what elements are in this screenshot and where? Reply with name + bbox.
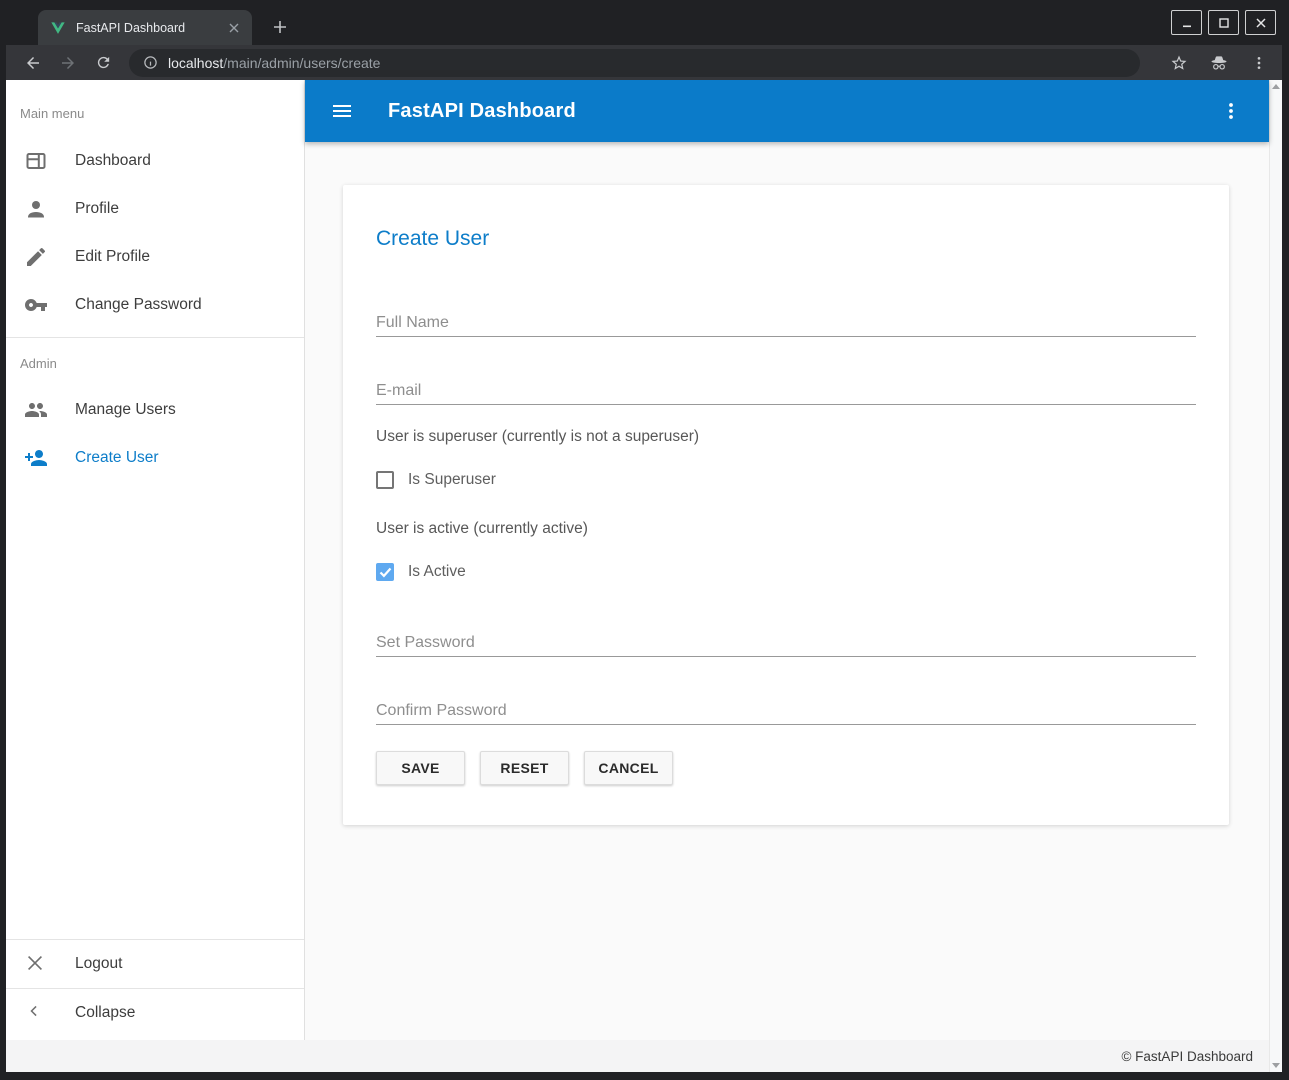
forward-icon[interactable] <box>55 50 81 76</box>
sidebar-section-admin: Admin <box>6 356 304 372</box>
sidebar-item-collapse[interactable]: Collapse <box>6 989 304 1037</box>
chevron-left-icon <box>24 1001 48 1025</box>
hamburger-menu-icon[interactable] <box>330 99 354 123</box>
confirm-password-input[interactable] <box>376 697 1196 725</box>
page-viewport: Main menu Dashboard <box>6 80 1282 1072</box>
sidebar-item-label: Edit Profile <box>75 248 150 266</box>
confirm-password-field-wrap <box>376 697 1196 725</box>
browser-menu-icon[interactable] <box>1246 50 1272 76</box>
email-input[interactable] <box>376 377 1196 405</box>
save-button[interactable]: SAVE <box>376 751 465 785</box>
sidebar-item-manage-users[interactable]: Manage Users <box>6 386 304 434</box>
people-icon <box>24 398 48 422</box>
browser-window: FastAPI Dashboard <box>0 0 1289 1080</box>
tab-title: FastAPI Dashboard <box>76 21 226 35</box>
superuser-hint: User is superuser (currently is not a su… <box>376 428 1196 446</box>
active-hint: User is active (currently active) <box>376 520 1196 538</box>
vue-favicon-icon <box>50 20 66 36</box>
url-text: localhost/main/admin/users/create <box>168 55 380 71</box>
browser-tab[interactable]: FastAPI Dashboard <box>38 10 252 45</box>
bookmark-star-icon[interactable] <box>1166 50 1192 76</box>
full-name-input[interactable] <box>376 309 1196 337</box>
minimize-button[interactable] <box>1171 10 1202 35</box>
close-x-icon <box>24 952 48 976</box>
pencil-icon <box>24 245 48 269</box>
sidebar-item-label: Create User <box>75 449 159 467</box>
email-field-wrap <box>376 377 1196 405</box>
sidebar: Main menu Dashboard <box>6 80 305 1040</box>
incognito-icon <box>1206 50 1232 76</box>
checkbox-label: Is Superuser <box>408 471 496 489</box>
content-area: Create User User is superuser (currently… <box>305 142 1269 1040</box>
sidebar-item-label: Logout <box>75 955 122 973</box>
sidebar-item-label: Profile <box>75 200 119 218</box>
person-icon <box>24 197 48 221</box>
url-host: localhost <box>168 55 223 71</box>
sidebar-item-logout[interactable]: Logout <box>6 940 304 988</box>
sidebar-item-change-password[interactable]: Change Password <box>6 281 304 329</box>
maximize-button[interactable] <box>1208 10 1239 35</box>
back-icon[interactable] <box>20 50 46 76</box>
dashboard-icon <box>24 149 48 173</box>
url-path: /main/admin/users/create <box>223 55 380 71</box>
checkbox-label: Is Active <box>408 563 466 581</box>
reload-icon[interactable] <box>90 50 116 76</box>
window-controls <box>1171 10 1276 35</box>
new-tab-button[interactable] <box>266 13 294 41</box>
is-superuser-checkbox[interactable]: Is Superuser <box>376 471 1196 489</box>
sidebar-item-label: Collapse <box>75 1004 135 1022</box>
app-menu-dots-icon[interactable] <box>1219 99 1243 123</box>
person-add-icon <box>24 446 48 470</box>
sidebar-item-create-user[interactable]: Create User <box>6 434 304 482</box>
scroll-down-arrow-icon[interactable] <box>1272 1063 1280 1068</box>
app-title: FastAPI Dashboard <box>388 100 576 123</box>
reset-button[interactable]: RESET <box>480 751 569 785</box>
sidebar-item-label: Change Password <box>75 296 202 314</box>
site-info-icon[interactable] <box>143 55 158 70</box>
is-active-checkbox[interactable]: Is Active <box>376 563 1196 581</box>
tab-close-icon[interactable] <box>226 20 242 36</box>
form-buttons: SAVE RESET CANCEL <box>376 751 1196 785</box>
key-icon <box>24 293 48 317</box>
sidebar-item-dashboard[interactable]: Dashboard <box>6 137 304 185</box>
address-bar[interactable]: localhost/main/admin/users/create <box>129 49 1140 77</box>
page-title: Create User <box>376 225 1196 253</box>
full-name-field-wrap <box>376 309 1196 337</box>
close-window-button[interactable] <box>1245 10 1276 35</box>
cancel-button[interactable]: CANCEL <box>584 751 673 785</box>
page-footer: © FastAPI Dashboard <box>6 1040 1269 1072</box>
sidebar-item-profile[interactable]: Profile <box>6 185 304 233</box>
copyright-text: © FastAPI Dashboard <box>1121 1049 1253 1064</box>
tab-strip: FastAPI Dashboard <box>6 0 1282 45</box>
create-user-card: Create User User is superuser (currently… <box>343 185 1229 825</box>
sidebar-item-edit-profile[interactable]: Edit Profile <box>6 233 304 281</box>
page-scrollbar[interactable] <box>1269 80 1282 1072</box>
set-password-input[interactable] <box>376 629 1196 657</box>
sidebar-item-label: Dashboard <box>75 152 151 170</box>
app-bar: FastAPI Dashboard <box>305 80 1269 142</box>
scroll-up-arrow-icon[interactable] <box>1272 84 1280 89</box>
checkbox-unchecked-icon[interactable] <box>376 471 394 489</box>
sidebar-item-label: Manage Users <box>75 401 176 419</box>
checkbox-checked-icon[interactable] <box>376 563 394 581</box>
sidebar-section-main-menu: Main menu <box>6 106 304 122</box>
browser-toolbar: localhost/main/admin/users/create <box>6 45 1282 80</box>
set-password-field-wrap <box>376 629 1196 657</box>
